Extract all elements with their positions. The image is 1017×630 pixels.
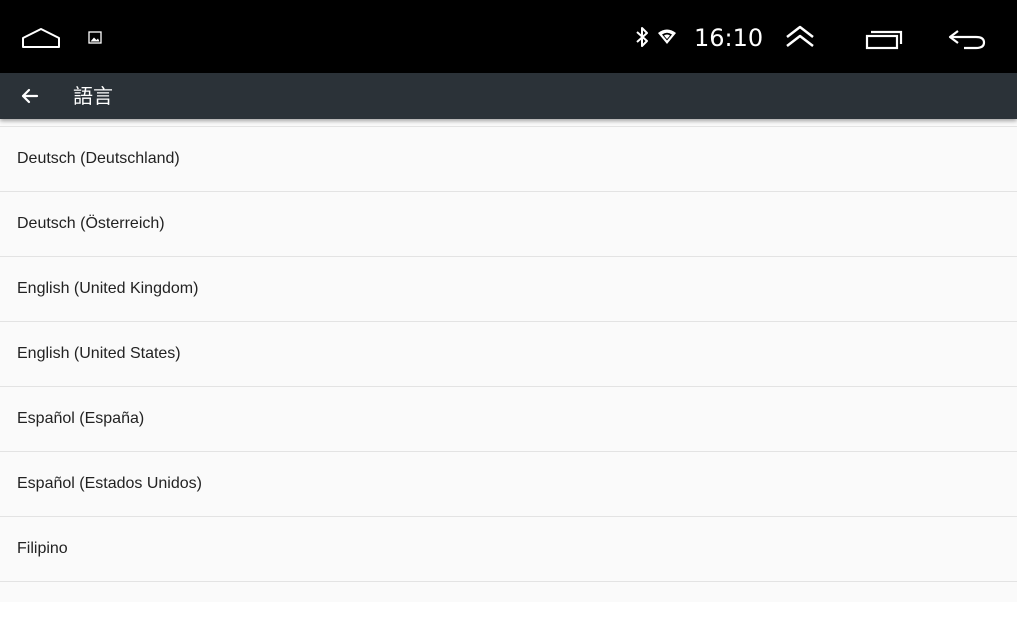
list-item[interactable]: English (United States) (0, 322, 1017, 387)
clock: 16:10 (694, 24, 764, 52)
list-item-label: Español (España) (17, 410, 145, 427)
list-item-label: Deutsch (Deutschland) (17, 150, 180, 167)
bluetooth-icon (636, 27, 648, 47)
language-list[interactable]: Deutsch (Deutschland) Deutsch (Österreic… (0, 119, 1017, 602)
page-title: 語言 (73, 84, 113, 108)
settings-toolbar: 語言 (0, 73, 1017, 119)
list-item[interactable]: Español (España) (0, 387, 1017, 452)
list-item[interactable]: Filipino (0, 517, 1017, 582)
list-item-label: Deutsch (Österreich) (17, 215, 165, 232)
recents-icon[interactable] (864, 28, 904, 50)
list-item[interactable]: Deutsch (Österreich) (0, 192, 1017, 257)
gallery-icon (88, 31, 102, 44)
arrow-left-icon[interactable] (16, 82, 44, 110)
status-bar: 16:10 (0, 0, 1017, 73)
language-items: Deutsch (Deutschland) Deutsch (Österreic… (0, 127, 1017, 582)
home-icon[interactable] (21, 26, 61, 50)
list-item-label: English (United Kingdom) (17, 280, 199, 297)
list-item[interactable]: English (United Kingdom) (0, 257, 1017, 322)
list-item-label: Filipino (17, 540, 68, 557)
back-icon[interactable] (946, 26, 988, 52)
list-item-label: Español (Estados Unidos) (17, 475, 202, 492)
list-item[interactable]: Español (Estados Unidos) (0, 452, 1017, 517)
wifi-icon (658, 29, 676, 44)
chevron-up-icon[interactable] (784, 24, 816, 50)
bottom-area (0, 602, 1017, 630)
list-item-label: English (United States) (17, 345, 181, 362)
list-item[interactable]: Deutsch (Deutschland) (0, 127, 1017, 192)
